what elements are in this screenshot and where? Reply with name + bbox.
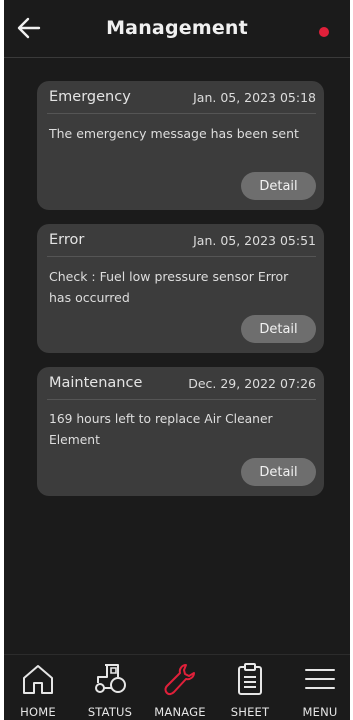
card-divider bbox=[47, 399, 316, 400]
nav-item-status[interactable]: STATUS bbox=[78, 655, 142, 720]
clipboard-icon bbox=[238, 663, 262, 695]
hamburger-menu-icon bbox=[305, 669, 335, 689]
home-icon bbox=[23, 665, 53, 694]
notification-card-maintenance: Maintenance Dec. 29, 2022 07:26 169 hour… bbox=[37, 367, 324, 496]
card-header: Error Jan. 05, 2023 05:51 bbox=[37, 224, 324, 256]
card-message: Check : Fuel low pressure sensor Error h… bbox=[49, 269, 289, 305]
card-date: Jan. 05, 2023 05:18 bbox=[193, 90, 316, 105]
nav-label: MENU bbox=[302, 705, 338, 719]
nav-label: STATUS bbox=[87, 705, 133, 719]
notification-card-error: Error Jan. 05, 2023 05:51 Check : Fuel l… bbox=[37, 224, 324, 353]
card-date: Dec. 29, 2022 07:26 bbox=[188, 376, 316, 391]
tractor-icon bbox=[95, 664, 126, 693]
card-message: The emergency message has been sent bbox=[49, 126, 299, 141]
notification-card-emergency: Emergency Jan. 05, 2023 05:18 The emerge… bbox=[37, 81, 324, 210]
card-type: Error bbox=[49, 232, 85, 248]
nav-item-home[interactable]: HOME bbox=[6, 655, 70, 720]
card-header: Emergency Jan. 05, 2023 05:18 bbox=[37, 81, 324, 113]
nav-label: SHEET bbox=[230, 705, 270, 719]
app-screen: Management Emergency Jan. 05, 2023 05:18… bbox=[4, 0, 350, 720]
nav-label: HOME bbox=[20, 705, 56, 719]
card-date: Jan. 05, 2023 05:51 bbox=[193, 233, 316, 248]
card-message: 169 hours left to replace Air Cleaner El… bbox=[49, 412, 273, 447]
card-type: Maintenance bbox=[49, 375, 143, 391]
nav-item-sheet[interactable]: SHEET bbox=[218, 655, 282, 720]
nav-label: MANAGE bbox=[154, 705, 206, 719]
card-header: Maintenance Dec. 29, 2022 07:26 bbox=[37, 367, 324, 399]
top-bar: Management bbox=[4, 0, 350, 58]
wrench-icon bbox=[164, 664, 195, 696]
bottom-nav: HOME STATUS MANAGE SHEET MENU bbox=[4, 654, 350, 720]
detail-button[interactable]: Detail bbox=[241, 315, 316, 343]
notification-dot bbox=[319, 27, 329, 37]
nav-item-menu[interactable]: MENU bbox=[288, 655, 352, 720]
nav-item-manage[interactable]: MANAGE bbox=[148, 655, 212, 720]
card-type: Emergency bbox=[49, 89, 131, 105]
page-title: Management bbox=[106, 17, 248, 39]
card-divider bbox=[47, 256, 316, 257]
card-divider bbox=[47, 113, 316, 114]
detail-button[interactable]: Detail bbox=[241, 172, 316, 200]
detail-button[interactable]: Detail bbox=[241, 458, 316, 486]
